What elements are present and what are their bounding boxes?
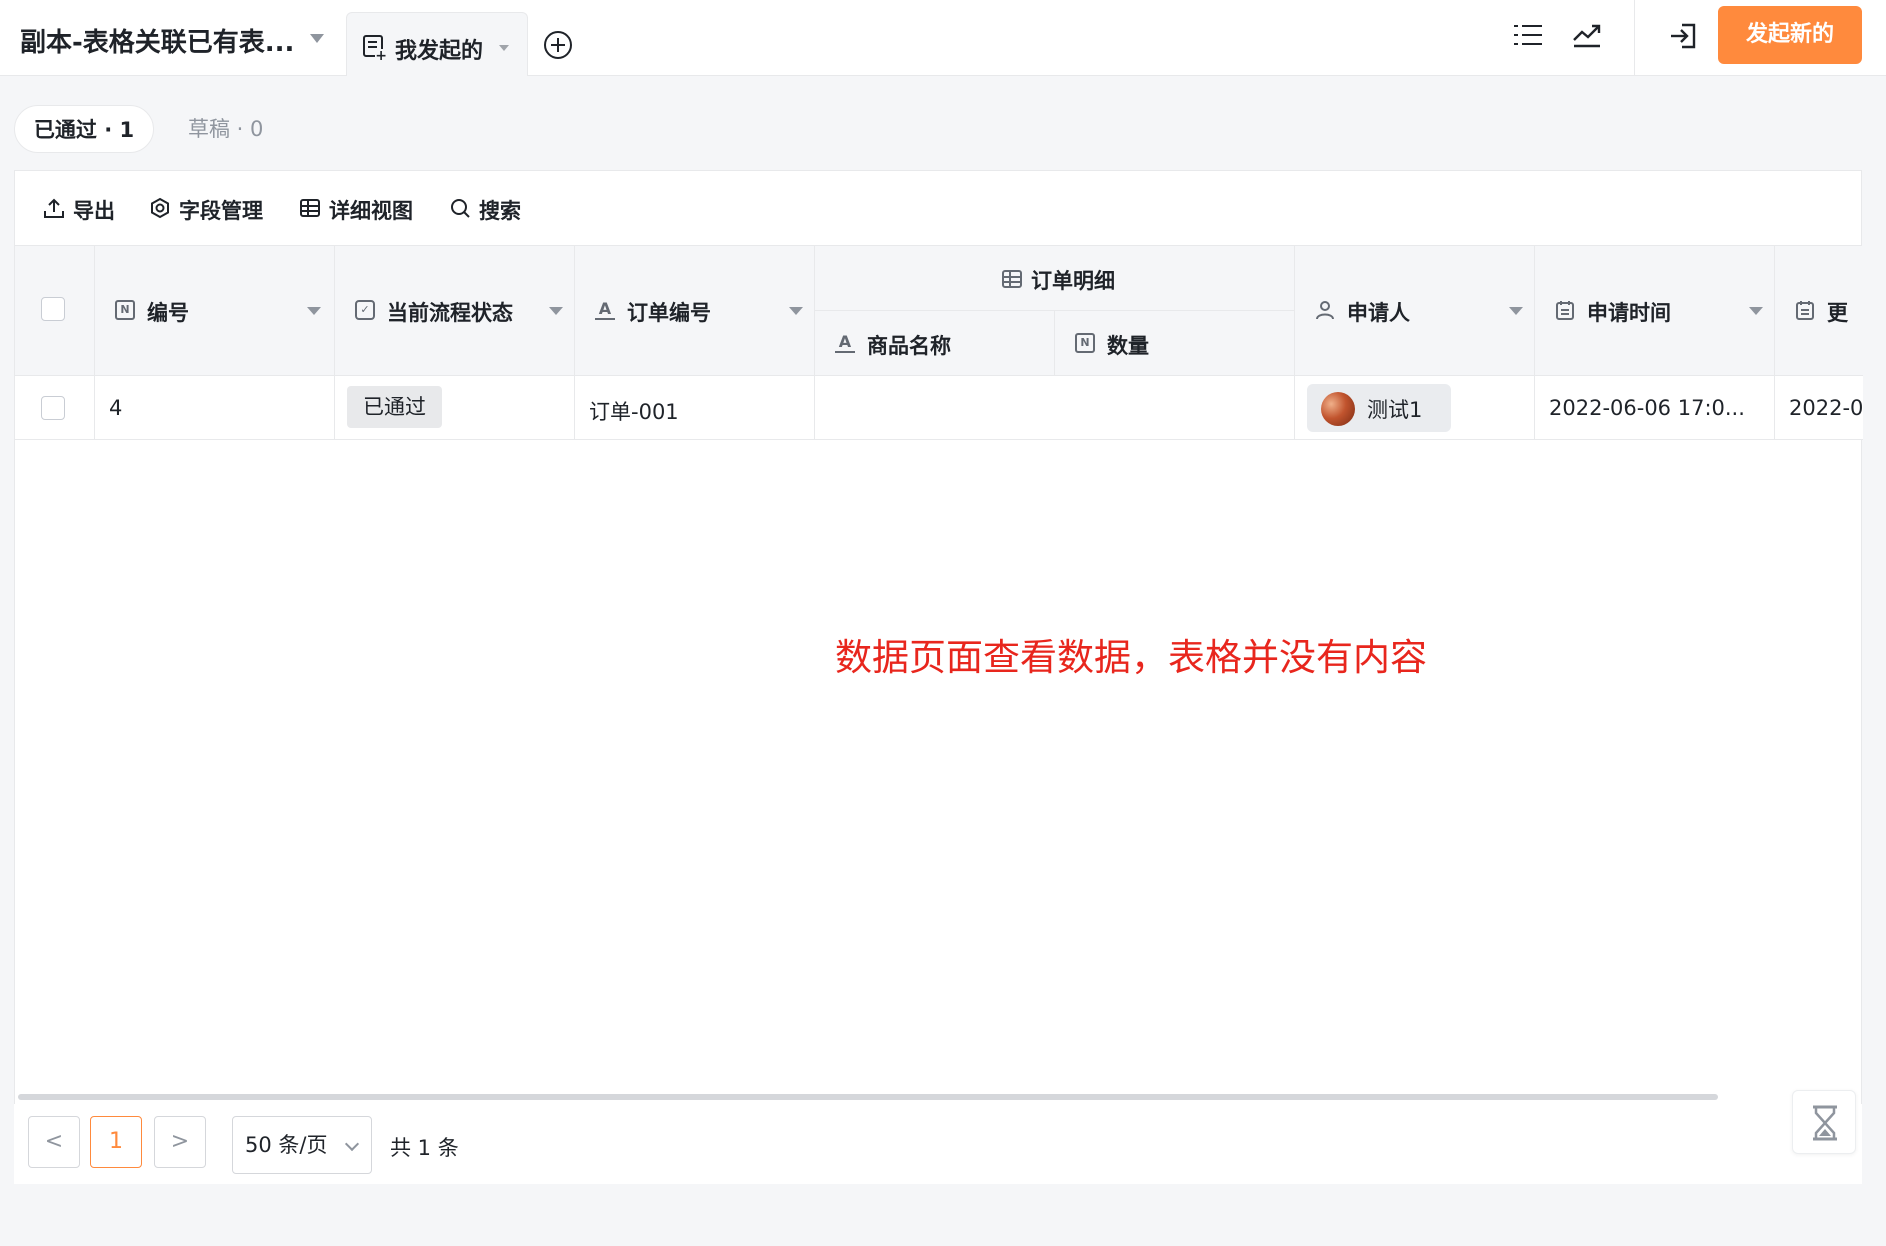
upload-icon	[44, 198, 64, 218]
column-menu-caret-icon[interactable]	[1749, 307, 1763, 315]
divider	[1634, 0, 1635, 76]
status-badge: 已通过	[347, 386, 442, 428]
column-header-order-no[interactable]: A 订单编号	[575, 246, 815, 376]
column-menu-caret-icon[interactable]	[1509, 307, 1523, 315]
app-title[interactable]: 副本-表格关联已有表...	[20, 22, 294, 59]
column-label-qty: 数量	[1107, 334, 1149, 358]
launch-new-button[interactable]: 发起新的	[1718, 6, 1862, 64]
status-tab-draft[interactable]: 草稿 · 0	[188, 105, 263, 153]
detail-view-label: 详细视图	[329, 199, 413, 223]
view-tab-caret-icon[interactable]	[499, 45, 509, 51]
column-header-id[interactable]: N 编号	[95, 246, 335, 376]
cell-apply-time-value: 2022-06-06 17:0...	[1549, 396, 1745, 420]
cell-id-value: 4	[109, 396, 123, 420]
column-header-status[interactable]: ✓ 当前流程状态	[335, 246, 575, 376]
table-panel: 导出 字段管理 详细视图 搜索 N 编号 ✓ 当前流程状态 A 订单编号 订单明…	[14, 170, 1863, 1182]
hourglass-icon	[1813, 1105, 1837, 1141]
column-header-product[interactable]: A 商品名称	[815, 311, 1055, 376]
chevron-down-icon	[344, 1136, 360, 1152]
number-field-icon: N	[115, 300, 135, 320]
toolbar: 导出 字段管理 详细视图 搜索	[15, 171, 1861, 246]
total-count: 共 1 条	[390, 1136, 459, 1160]
settings-icon	[151, 197, 169, 219]
cell-apply-time[interactable]: 2022-06-06 17:0...	[1535, 376, 1775, 440]
column-menu-caret-icon[interactable]	[789, 307, 803, 315]
column-header-qty[interactable]: N 数量	[1055, 311, 1295, 376]
column-label-id: 编号	[147, 301, 189, 325]
checkbox-field-icon: ✓	[355, 300, 375, 320]
row-select-cell	[15, 376, 95, 440]
person-icon	[1316, 301, 1334, 320]
column-label-status: 当前流程状态	[387, 301, 513, 325]
cell-update-time[interactable]: 2022-0	[1775, 376, 1863, 440]
table-icon	[1002, 270, 1022, 288]
cell-update-time-value: 2022-0	[1789, 396, 1863, 420]
cell-status[interactable]: 已通过	[335, 376, 575, 440]
view-tab-label: 我发起的	[395, 39, 484, 64]
title-dropdown-caret-icon[interactable]	[310, 34, 324, 43]
add-view-icon[interactable]	[544, 31, 572, 59]
cell-order-no[interactable]: 订单-001	[575, 376, 815, 440]
column-label-product: 商品名称	[867, 334, 951, 358]
calendar-icon	[1796, 301, 1814, 320]
horizontal-scrollbar[interactable]	[18, 1094, 1718, 1100]
column-label-applicant: 申请人	[1347, 301, 1410, 325]
column-label-update-time: 更	[1827, 301, 1848, 325]
search-label: 搜索	[479, 199, 521, 223]
column-group-header-order-details[interactable]: 订单明细	[815, 246, 1295, 311]
text-field-icon: A	[835, 333, 855, 353]
column-group-label: 订单明细	[1031, 269, 1115, 293]
column-menu-caret-icon[interactable]	[307, 307, 321, 315]
status-tab-approved[interactable]: 已通过 · 1	[14, 105, 154, 153]
cell-id[interactable]: 4	[95, 376, 335, 440]
page-size-label: 50 条/页	[245, 1133, 328, 1157]
export-label: 导出	[73, 199, 115, 223]
annotation-text: 数据页面查看数据，表格并没有内容	[835, 636, 1427, 679]
avatar	[1321, 392, 1355, 426]
page-1-button[interactable]: 1	[90, 1116, 142, 1168]
loading-widget[interactable]	[1792, 1090, 1856, 1154]
user-tag[interactable]: 测试1	[1307, 384, 1451, 432]
column-header-apply-time[interactable]: 申请时间	[1535, 246, 1775, 376]
number-field-icon: N	[1075, 333, 1095, 353]
trend-icon[interactable]	[1572, 22, 1602, 48]
column-label-apply-time: 申请时间	[1587, 301, 1671, 325]
text-field-icon: A	[595, 300, 615, 320]
prev-page-button[interactable]: <	[28, 1116, 80, 1168]
cell-order-details[interactable]	[815, 376, 1295, 440]
field-management-label: 字段管理	[179, 199, 263, 223]
pagination-bar: < 1 > 50 条/页 共 1 条	[14, 1104, 1862, 1184]
select-all-checkbox[interactable]	[41, 297, 65, 321]
user-name: 测试1	[1367, 398, 1423, 422]
calendar-icon	[1556, 301, 1574, 320]
page-size-select[interactable]: 50 条/页	[232, 1116, 372, 1174]
exit-icon[interactable]	[1668, 22, 1698, 50]
form-edit-icon	[363, 35, 387, 63]
cell-order-no-value: 订单-001	[589, 400, 679, 424]
column-menu-caret-icon[interactable]	[549, 307, 563, 315]
view-tab-my-submissions[interactable]: 我发起的	[346, 12, 528, 76]
next-page-button[interactable]: >	[154, 1116, 206, 1168]
list-icon[interactable]	[1514, 24, 1542, 46]
cell-applicant[interactable]: 测试1	[1295, 376, 1535, 440]
search-icon	[451, 199, 470, 218]
column-label-order-no: 订单编号	[627, 301, 711, 325]
header-select-cell	[15, 246, 95, 376]
column-header-update-time[interactable]: 更	[1775, 246, 1863, 376]
row-checkbox[interactable]	[41, 396, 65, 420]
top-bar: 副本-表格关联已有表... 我发起的 发起新的	[0, 0, 1886, 76]
column-header-applicant[interactable]: 申请人	[1295, 246, 1535, 376]
table-icon	[300, 199, 320, 217]
